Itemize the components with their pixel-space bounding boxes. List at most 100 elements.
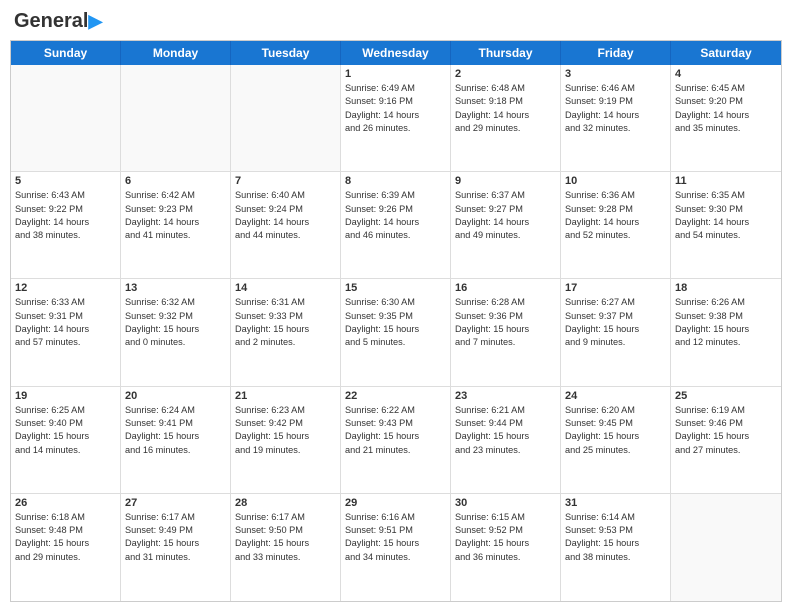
day-number: 1 [345,68,446,80]
cell-info: Sunrise: 6:32 AM Sunset: 9:32 PM Dayligh… [125,296,226,349]
day-number: 3 [565,68,666,80]
calendar-row-3: 12 Sunrise: 6:33 AM Sunset: 9:31 PM Dayli… [11,279,781,386]
calendar-cell: 5 Sunrise: 6:43 AM Sunset: 9:22 PM Daylig… [11,172,121,278]
day-number: 12 [15,282,116,294]
calendar-cell: 15 Sunrise: 6:30 AM Sunset: 9:35 PM Dayli… [341,279,451,385]
calendar-cell: 20 Sunrise: 6:24 AM Sunset: 9:41 PM Dayli… [121,387,231,493]
cell-info: Sunrise: 6:39 AM Sunset: 9:26 PM Dayligh… [345,189,446,242]
calendar-cell: 13 Sunrise: 6:32 AM Sunset: 9:32 PM Dayli… [121,279,231,385]
header-day-saturday: Saturday [671,41,781,65]
day-number: 18 [675,282,777,294]
calendar-body: 1 Sunrise: 6:49 AM Sunset: 9:16 PM Daylig… [11,65,781,601]
calendar-row-4: 19 Sunrise: 6:25 AM Sunset: 9:40 PM Dayli… [11,387,781,494]
cell-info: Sunrise: 6:30 AM Sunset: 9:35 PM Dayligh… [345,296,446,349]
cell-info: Sunrise: 6:45 AM Sunset: 9:20 PM Dayligh… [675,82,777,135]
calendar-header: SundayMondayTuesdayWednesdayThursdayFrid… [11,41,781,65]
day-number: 2 [455,68,556,80]
calendar-cell: 18 Sunrise: 6:26 AM Sunset: 9:38 PM Dayli… [671,279,781,385]
day-number: 11 [675,175,777,187]
day-number: 30 [455,497,556,509]
cell-info: Sunrise: 6:28 AM Sunset: 9:36 PM Dayligh… [455,296,556,349]
cell-info: Sunrise: 6:15 AM Sunset: 9:52 PM Dayligh… [455,511,556,564]
calendar-cell: 14Sunrise: 6:31 AM Sunset: 9:33 PM Dayli… [231,279,341,385]
day-number: 17 [565,282,666,294]
day-number: 9 [455,175,556,187]
cell-info: Sunrise: 6:16 AM Sunset: 9:51 PM Dayligh… [345,511,446,564]
cell-info: Sunrise: 6:49 AM Sunset: 9:16 PM Dayligh… [345,82,446,135]
day-number: 27 [125,497,226,509]
calendar-cell: 16Sunrise: 6:28 AM Sunset: 9:36 PM Dayli… [451,279,561,385]
calendar-cell: 30 Sunrise: 6:15 AM Sunset: 9:52 PM Dayli… [451,494,561,601]
day-number: 28 [235,497,336,509]
calendar-cell: 28 Sunrise: 6:17 AM Sunset: 9:50 PM Dayli… [231,494,341,601]
header: General▶ [10,10,782,32]
calendar-row-1: 1 Sunrise: 6:49 AM Sunset: 9:16 PM Daylig… [11,65,781,172]
cell-info: Sunrise: 6:27 AM Sunset: 9:37 PM Dayligh… [565,296,666,349]
calendar-cell: 8 Sunrise: 6:39 AM Sunset: 9:26 PM Daylig… [341,172,451,278]
cell-info: Sunrise: 6:31 AM Sunset: 9:33 PM Dayligh… [235,296,336,349]
day-number: 26 [15,497,116,509]
calendar-cell: 6 Sunrise: 6:42 AM Sunset: 9:23 PM Daylig… [121,172,231,278]
cell-info: Sunrise: 6:33 AM Sunset: 9:31 PM Dayligh… [15,296,116,349]
cell-info: Sunrise: 6:20 AM Sunset: 9:45 PM Dayligh… [565,404,666,457]
day-number: 13 [125,282,226,294]
calendar-cell: 1 Sunrise: 6:49 AM Sunset: 9:16 PM Daylig… [341,65,451,171]
calendar: SundayMondayTuesdayWednesdayThursdayFrid… [10,40,782,602]
logo: General▶ [14,10,102,32]
logo-bird-icon: ▶ [88,11,102,31]
calendar-cell: 27 Sunrise: 6:17 AM Sunset: 9:49 PM Dayli… [121,494,231,601]
header-day-thursday: Thursday [451,41,561,65]
calendar-cell: 31 Sunrise: 6:14 AM Sunset: 9:53 PM Dayli… [561,494,671,601]
calendar-cell: 29Sunrise: 6:16 AM Sunset: 9:51 PM Dayli… [341,494,451,601]
page: General▶ SundayMondayTuesdayWednesdayThu… [0,0,792,612]
calendar-row-5: 26Sunrise: 6:18 AM Sunset: 9:48 PM Dayli… [11,494,781,601]
calendar-cell: 11 Sunrise: 6:35 AM Sunset: 9:30 PM Dayli… [671,172,781,278]
cell-info: Sunrise: 6:17 AM Sunset: 9:50 PM Dayligh… [235,511,336,564]
day-number: 31 [565,497,666,509]
cell-info: Sunrise: 6:35 AM Sunset: 9:30 PM Dayligh… [675,189,777,242]
day-number: 23 [455,390,556,402]
calendar-cell: 23 Sunrise: 6:21 AM Sunset: 9:44 PM Dayli… [451,387,561,493]
day-number: 19 [15,390,116,402]
calendar-cell: 22 Sunrise: 6:22 AM Sunset: 9:43 PM Dayli… [341,387,451,493]
day-number: 5 [15,175,116,187]
calendar-cell: 7 Sunrise: 6:40 AM Sunset: 9:24 PM Daylig… [231,172,341,278]
cell-info: Sunrise: 6:36 AM Sunset: 9:28 PM Dayligh… [565,189,666,242]
calendar-cell [121,65,231,171]
day-number: 8 [345,175,446,187]
cell-info: Sunrise: 6:14 AM Sunset: 9:53 PM Dayligh… [565,511,666,564]
cell-info: Sunrise: 6:48 AM Sunset: 9:18 PM Dayligh… [455,82,556,135]
cell-info: Sunrise: 6:22 AM Sunset: 9:43 PM Dayligh… [345,404,446,457]
calendar-cell: 9Sunrise: 6:37 AM Sunset: 9:27 PM Daylig… [451,172,561,278]
day-number: 20 [125,390,226,402]
calendar-cell: 4 Sunrise: 6:45 AM Sunset: 9:20 PM Daylig… [671,65,781,171]
day-number: 10 [565,175,666,187]
calendar-cell [11,65,121,171]
day-number: 15 [345,282,446,294]
calendar-cell [231,65,341,171]
cell-info: Sunrise: 6:25 AM Sunset: 9:40 PM Dayligh… [15,404,116,457]
day-number: 25 [675,390,777,402]
cell-info: Sunrise: 6:40 AM Sunset: 9:24 PM Dayligh… [235,189,336,242]
day-number: 24 [565,390,666,402]
calendar-cell: 2 Sunrise: 6:48 AM Sunset: 9:18 PM Daylig… [451,65,561,171]
cell-info: Sunrise: 6:42 AM Sunset: 9:23 PM Dayligh… [125,189,226,242]
cell-info: Sunrise: 6:17 AM Sunset: 9:49 PM Dayligh… [125,511,226,564]
day-number: 4 [675,68,777,80]
cell-info: Sunrise: 6:24 AM Sunset: 9:41 PM Dayligh… [125,404,226,457]
calendar-row-2: 5 Sunrise: 6:43 AM Sunset: 9:22 PM Daylig… [11,172,781,279]
day-number: 7 [235,175,336,187]
header-day-tuesday: Tuesday [231,41,341,65]
calendar-cell: 10 Sunrise: 6:36 AM Sunset: 9:28 PM Dayli… [561,172,671,278]
calendar-cell: 25 Sunrise: 6:19 AM Sunset: 9:46 PM Dayli… [671,387,781,493]
cell-info: Sunrise: 6:21 AM Sunset: 9:44 PM Dayligh… [455,404,556,457]
cell-info: Sunrise: 6:43 AM Sunset: 9:22 PM Dayligh… [15,189,116,242]
cell-info: Sunrise: 6:26 AM Sunset: 9:38 PM Dayligh… [675,296,777,349]
calendar-cell: 21Sunrise: 6:23 AM Sunset: 9:42 PM Dayli… [231,387,341,493]
cell-info: Sunrise: 6:19 AM Sunset: 9:46 PM Dayligh… [675,404,777,457]
calendar-cell: 19 Sunrise: 6:25 AM Sunset: 9:40 PM Dayli… [11,387,121,493]
day-number: 6 [125,175,226,187]
cell-info: Sunrise: 6:46 AM Sunset: 9:19 PM Dayligh… [565,82,666,135]
day-number: 22 [345,390,446,402]
header-day-wednesday: Wednesday [341,41,451,65]
